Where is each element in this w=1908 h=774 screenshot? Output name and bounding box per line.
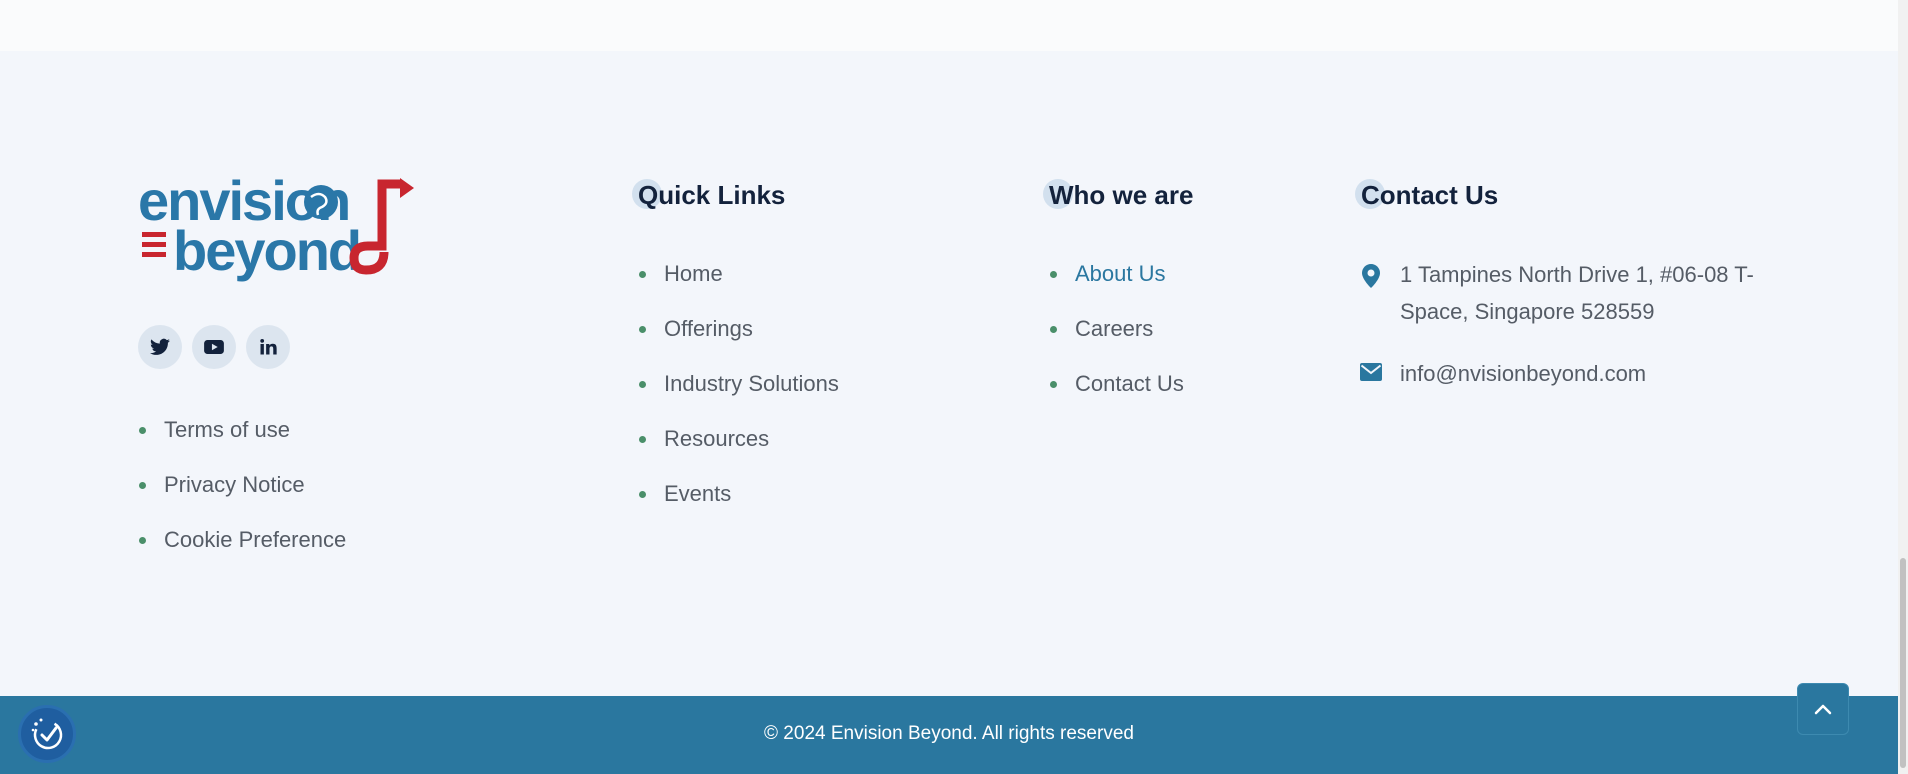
privacy-notice-link[interactable]: Privacy Notice xyxy=(138,471,346,526)
nav-link-contact-us[interactable]: Contact Us xyxy=(1049,370,1184,425)
email-link[interactable]: info@nvisionbeyond.com xyxy=(1400,355,1646,392)
page-scrollbar[interactable] xyxy=(1898,0,1908,774)
cookie-preference-link[interactable]: Cookie Preference xyxy=(138,526,346,581)
who-we-are-title: Who we are xyxy=(1049,180,1194,210)
scrollbar-thumb[interactable] xyxy=(1900,558,1906,768)
nav-link-industry-solutions[interactable]: Industry Solutions xyxy=(638,370,839,425)
nav-link-careers[interactable]: Careers xyxy=(1049,315,1184,370)
chevron-up-icon xyxy=(1814,704,1832,715)
map-pin-icon xyxy=(1358,256,1384,330)
twitter-icon xyxy=(150,338,170,355)
linkedin-icon xyxy=(260,338,277,355)
contact-us-heading: Contact Us xyxy=(1355,179,1499,211)
copyright-text: © 2024 Envision Beyond. All rights reser… xyxy=(764,723,1134,744)
youtube-button[interactable] xyxy=(192,325,236,369)
logo-wordmark-line2: beyond xyxy=(173,219,360,282)
nav-link-offerings[interactable]: Offerings xyxy=(638,315,839,370)
legal-links: Terms of use Privacy Notice Cookie Prefe… xyxy=(138,416,346,581)
contact-us-title: Contact Us xyxy=(1361,180,1499,210)
copyright-bar: © 2024 Envision Beyond. All rights reser… xyxy=(0,683,1898,774)
envision-beyond-logo[interactable]: envision beyond xyxy=(138,169,418,282)
nav-link-about-us[interactable]: About Us xyxy=(1049,260,1184,315)
contact-email[interactable]: info@nvisionbeyond.com xyxy=(1358,355,1646,392)
terms-of-use-link[interactable]: Terms of use xyxy=(138,416,346,471)
scroll-to-top-button[interactable] xyxy=(1797,683,1849,735)
linkedin-button[interactable] xyxy=(246,325,290,369)
who-we-are-list: About Us Careers Contact Us xyxy=(1049,260,1184,425)
social-links xyxy=(138,325,290,369)
who-we-are-heading: Who we are xyxy=(1043,179,1194,211)
address-text: 1 Tampines North Drive 1, #06-08 T-Space… xyxy=(1400,262,1754,324)
quick-links-heading: Quick Links xyxy=(632,179,786,211)
nav-link-home[interactable]: Home xyxy=(638,260,839,315)
nav-link-events[interactable]: Events xyxy=(638,480,839,535)
previous-section-edge xyxy=(0,0,1898,51)
contact-address: 1 Tampines North Drive 1, #06-08 T-Space… xyxy=(1358,256,1798,330)
twitter-button[interactable] xyxy=(138,325,182,369)
quick-links-list: Home Offerings Industry Solutions Resour… xyxy=(638,260,839,535)
youtube-icon xyxy=(204,340,224,354)
quick-links-title: Quick Links xyxy=(638,180,786,210)
envelope-icon xyxy=(1358,355,1384,392)
nav-link-resources[interactable]: Resources xyxy=(638,425,839,480)
logo-graphic: envision beyond xyxy=(138,169,414,282)
